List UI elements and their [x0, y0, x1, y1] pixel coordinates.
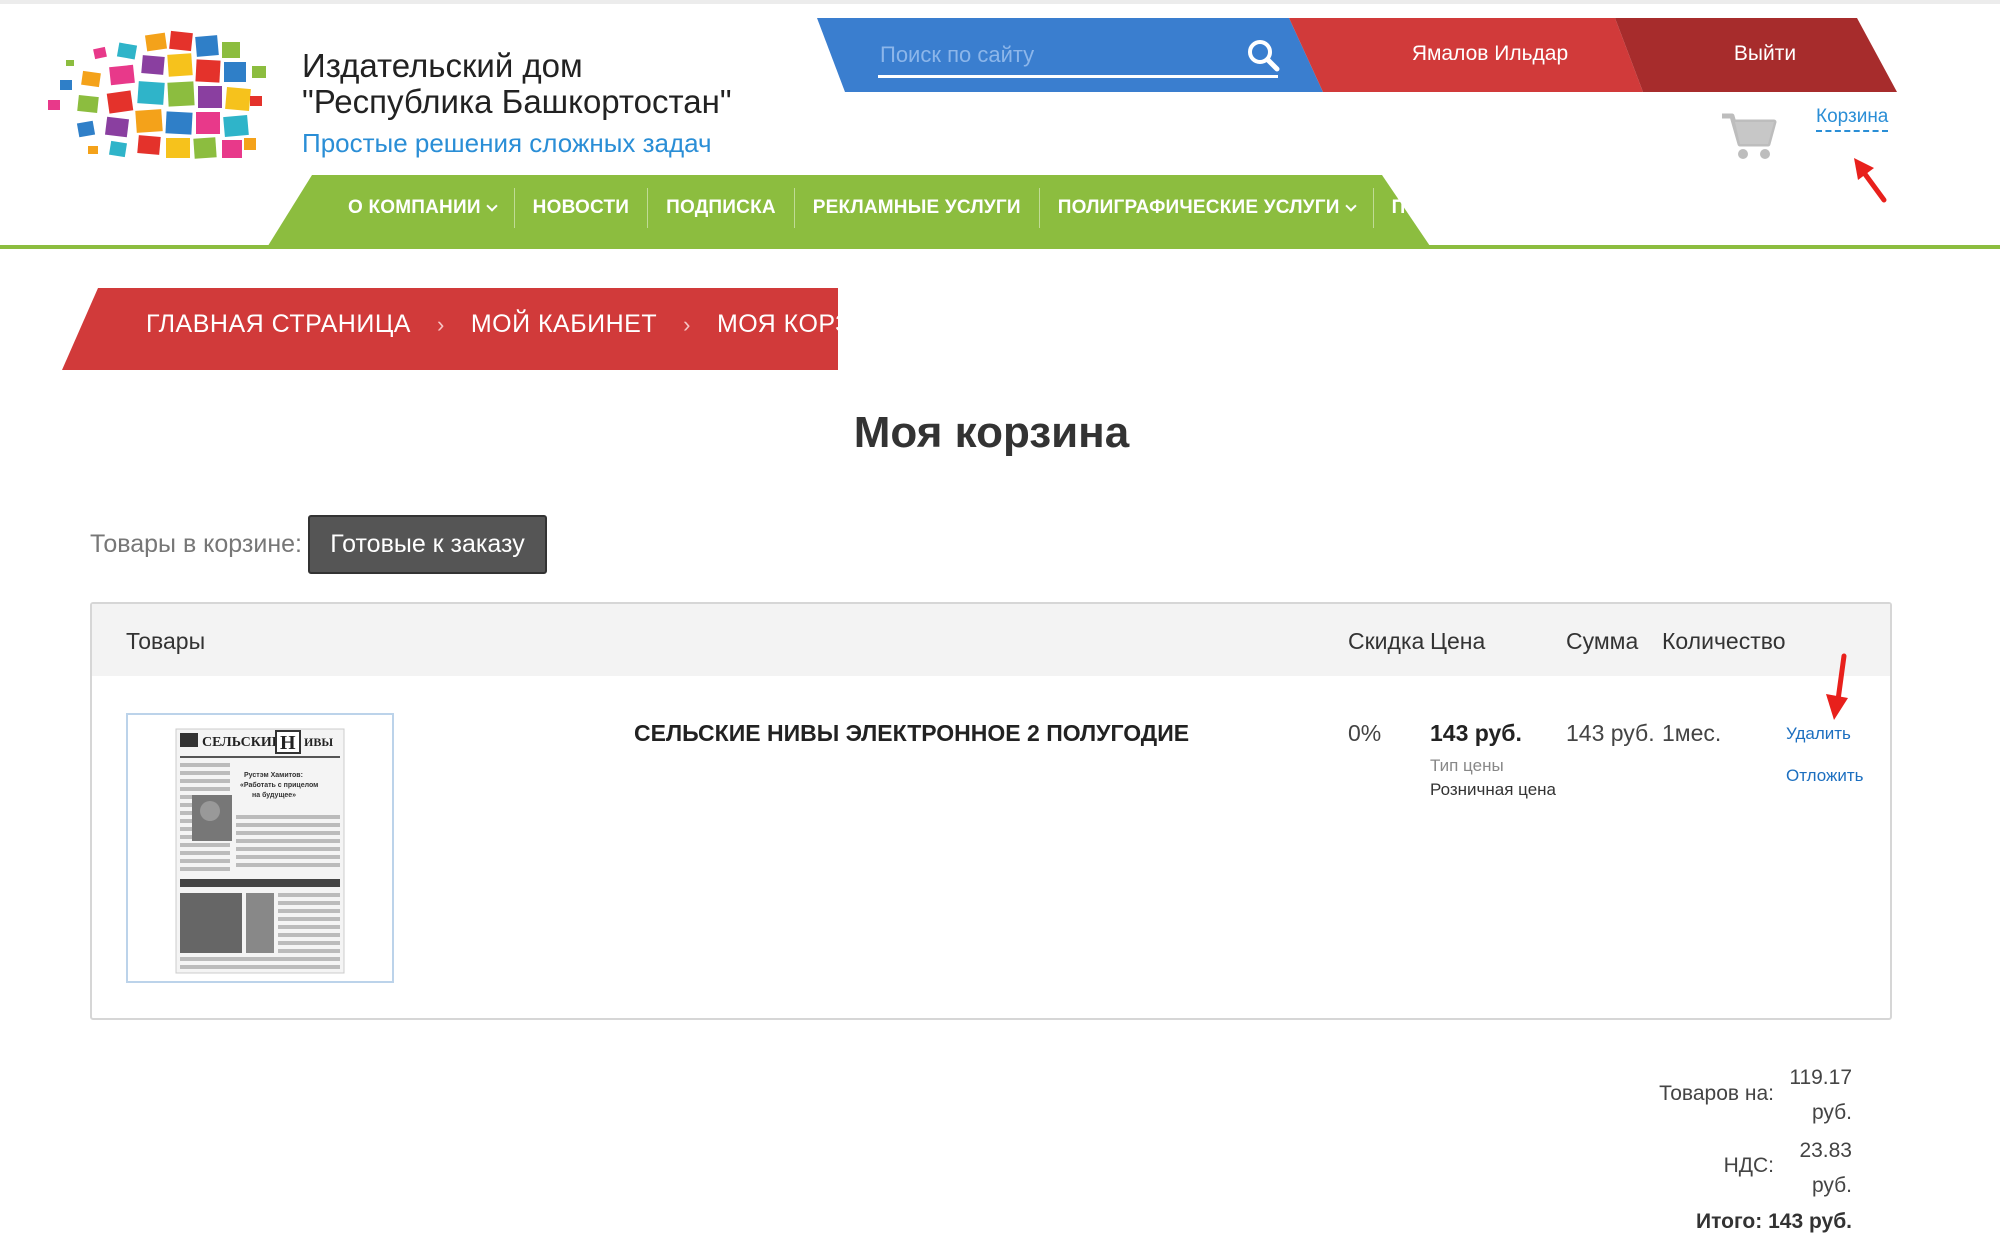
svg-text:Н: Н: [280, 732, 296, 754]
nav-item-label: НОВОСТИ: [532, 197, 630, 218]
brand-line-2: "Республика Башкортостан": [302, 83, 732, 120]
breadcrumb-home[interactable]: ГЛАВНАЯ СТРАНИЦА: [146, 310, 411, 339]
header-items: Товары: [126, 628, 206, 654]
top-border: [0, 0, 2000, 4]
logout-button[interactable]: Выйти: [1690, 42, 1840, 66]
price-value: 143 руб.: [1430, 720, 1522, 746]
goods-total-value: 119.17 руб.: [1780, 1060, 1852, 1130]
nav-item-label: ПОДПИСКА: [666, 197, 776, 218]
user-name-link[interactable]: Ямалов Ильдар: [1370, 42, 1610, 66]
grand-total: Итого: 143 руб.: [1696, 1210, 1852, 1233]
logo-mosaic-icon[interactable]: [38, 30, 278, 170]
breadcrumb-separator: ›: [436, 311, 445, 337]
brand-line-1: Издательский дом: [302, 47, 583, 84]
breadcrumb-account[interactable]: МОЙ КАБИНЕТ: [471, 310, 657, 339]
product-name-link[interactable]: СЕЛЬСКИЕ НИВЫ ЭЛЕКТРОННОЕ 2 ПОЛУГОДИЕ: [634, 720, 1189, 747]
product-thumbnail[interactable]: СЕЛЬСКИЕ Н ИВЫ Рустэм Хамитов: «Работать…: [126, 713, 394, 983]
nav-item-advertising[interactable]: РЕКЛАМНЫЕ УСЛУГИ: [795, 188, 1040, 228]
nav-item-label: ПОЛИГРАФИЧЕСКИЕ УСЛУГИ: [1057, 197, 1340, 218]
discount-value: 0%: [1348, 720, 1382, 746]
breadcrumb-cart: МОЯ КОРЗИНА: [716, 310, 905, 338]
table-header: Товары Скидка Цена Сумма Количество: [92, 604, 1890, 676]
nav-item-printing[interactable]: ПОЛИГРАФИЧЕСКИЕ УСЛУГИ: [1040, 188, 1374, 228]
filter-label: Товары в корзине:: [90, 530, 302, 558]
search-icon[interactable]: [1246, 38, 1280, 72]
postpone-link[interactable]: Отложить: [1786, 766, 1864, 786]
search-input[interactable]: [878, 34, 1278, 78]
breadcrumb: ГЛАВНАЯ СТРАНИЦА › МОЙ КАБИНЕТ › МОЯ КОР…: [146, 310, 905, 339]
nav-item-label: О КОМПАНИИ: [348, 197, 481, 218]
sum-value: 143 руб.: [1566, 720, 1655, 746]
nav-item-label: РЕКЛАМНЫЕ УСЛУГИ: [812, 197, 1021, 218]
cart-table: Товары Скидка Цена Сумма Количество СЕЛЬ…: [90, 602, 1892, 1020]
ready-to-order-button[interactable]: Готовые к заказу: [308, 515, 547, 574]
newspaper-thumbnail-icon: СЕЛЬСКИЕ Н ИВЫ Рустэм Хамитов: «Работать…: [175, 728, 345, 974]
price-type-label: Тип цены: [1430, 756, 1504, 775]
brand-title: Издательский дом "Республика Башкортоста…: [302, 48, 732, 120]
brand-tagline: Простые решения сложных задач: [302, 128, 712, 158]
cart-link[interactable]: Корзина: [1816, 106, 1889, 132]
chevron-down-icon: [486, 199, 498, 212]
header-quantity: Количество: [1662, 628, 1786, 654]
delete-link[interactable]: Удалить: [1786, 724, 1851, 744]
vat-amount: 23.83: [1799, 1139, 1852, 1162]
cart-icon[interactable]: [1720, 110, 1778, 162]
svg-text:на будущее»: на будущее»: [252, 791, 296, 799]
page-title: Моя корзина: [853, 408, 1130, 457]
svg-text:Рустэм Хамитов:: Рустэм Хамитов:: [244, 772, 303, 779]
svg-text:«Работать с прицелом: «Работать с прицелом: [240, 781, 318, 789]
vat-unit: руб.: [1811, 1174, 1852, 1197]
quantity-value: 1мес.: [1662, 720, 1722, 746]
nav-item-subscription[interactable]: ПОДПИСКА: [648, 188, 795, 228]
price-type-value: Розничная цена: [1430, 780, 1557, 799]
header-discount: Скидка: [1348, 628, 1425, 654]
svg-text:ИВЫ: ИВЫ: [304, 735, 333, 749]
main-nav: О КОМПАНИИ НОВОСТИ ПОДПИСКА РЕКЛАМНЫЕ УС…: [330, 188, 1518, 228]
nav-item-label: ПОМОЩЬ: [1391, 197, 1485, 218]
svg-text:СЕЛЬСКИЕ: СЕЛЬСКИЕ: [202, 735, 281, 750]
header-price: Цена: [1430, 628, 1486, 654]
nav-item-news[interactable]: НОВОСТИ: [515, 188, 649, 228]
nav-item-help[interactable]: ПОМОЩЬ: [1374, 188, 1518, 228]
vat-label: НДС:: [1723, 1154, 1774, 1177]
header-sum: Сумма: [1566, 628, 1639, 654]
breadcrumb-separator: ›: [683, 311, 691, 337]
goods-total-amount: 119.17: [1789, 1066, 1852, 1089]
chevron-down-icon: [1490, 199, 1502, 212]
nav-item-company[interactable]: О КОМПАНИИ: [330, 188, 515, 228]
annotation-arrow-icon: [1826, 653, 1848, 720]
goods-total-label: Товаров на:: [1659, 1082, 1774, 1105]
vat-value: 23.83 руб.: [1780, 1133, 1852, 1203]
goods-total-unit: руб.: [1811, 1101, 1852, 1124]
chevron-down-icon: [1344, 199, 1357, 212]
